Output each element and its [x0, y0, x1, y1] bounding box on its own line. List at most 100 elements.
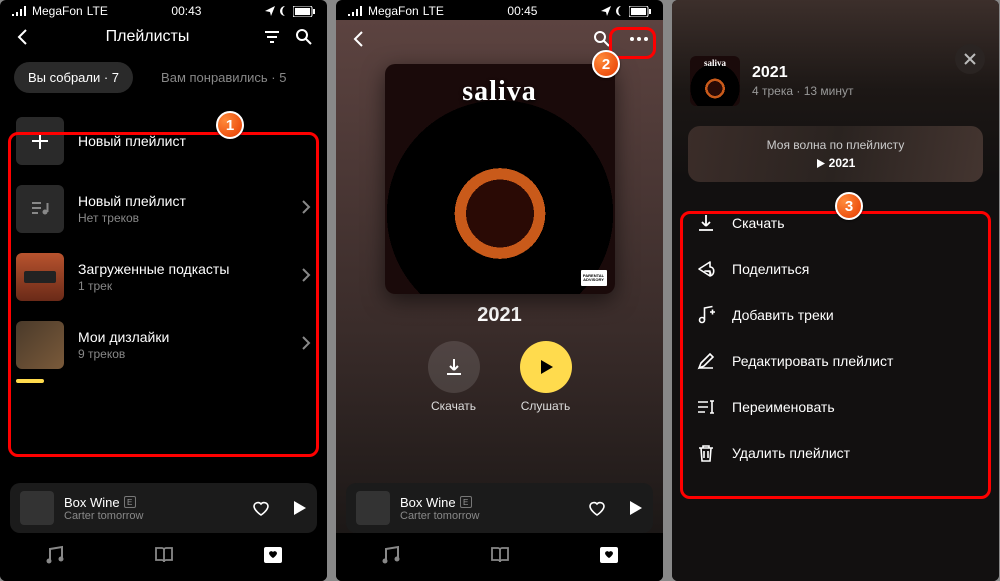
- mini-cover: [20, 491, 54, 525]
- chevron-left-icon: [14, 28, 32, 46]
- heart-icon: [251, 498, 271, 518]
- trash-icon: [696, 443, 716, 463]
- playlist-item[interactable]: Новый плейлист Нет треков: [12, 175, 315, 243]
- page-title: Плейлисты: [32, 28, 263, 46]
- book-icon: [489, 544, 511, 566]
- row-sub: 9 треков: [78, 347, 169, 361]
- phone-playlist-detail: MegaFon LTE 00:45 saliva P: [336, 0, 663, 581]
- location-icon: [265, 6, 275, 16]
- menu-delete[interactable]: Удалить плейлист: [686, 430, 985, 476]
- nav-collection[interactable]: [262, 544, 284, 571]
- explicit-badge: E: [124, 496, 136, 508]
- menu-edit[interactable]: Редактировать плейлист: [686, 338, 985, 384]
- nav-feed[interactable]: [44, 544, 66, 571]
- moon-icon: [279, 6, 289, 16]
- back-button[interactable]: [14, 28, 32, 46]
- more-icon: [629, 30, 649, 48]
- search-button[interactable]: [295, 28, 313, 46]
- play-icon: [291, 500, 307, 516]
- step-marker-1: 1: [216, 111, 244, 139]
- filter-button[interactable]: [263, 28, 281, 46]
- menu-list: Скачать Поделиться Добавить треки Редакт…: [672, 196, 999, 480]
- play-label: Слушать: [521, 399, 570, 413]
- playlist-item[interactable]: Загруженные подкасты 1 трек: [12, 243, 315, 311]
- nav-feed[interactable]: [380, 544, 402, 571]
- download-button[interactable]: Скачать: [428, 341, 480, 413]
- navbar: [336, 533, 663, 581]
- wave-card[interactable]: Моя волна по плейлисту 2021: [688, 126, 983, 182]
- sheet-cover: [690, 56, 740, 106]
- playlist-list: Новый плейлист Новый плейлист Нет треков…: [0, 107, 327, 379]
- row-sub: 1 трек: [78, 279, 229, 293]
- network-label: LTE: [423, 4, 444, 18]
- menu-label: Редактировать плейлист: [732, 353, 893, 369]
- more-button[interactable]: [629, 30, 649, 48]
- nav-podcasts[interactable]: [489, 544, 511, 571]
- network-label: LTE: [87, 4, 108, 18]
- carrier-label: MegaFon: [32, 4, 83, 18]
- tab-collected[interactable]: Вы собрали · 7: [14, 62, 133, 93]
- tabs: Вы собрали · 7 Вам понравились · 5: [0, 54, 327, 107]
- signal-icon: [348, 6, 364, 16]
- row-title: Новый плейлист: [78, 193, 186, 209]
- mini-play-button[interactable]: [291, 500, 307, 516]
- row-title: Загруженные подкасты: [78, 261, 229, 277]
- clock-label: 00:43: [171, 4, 201, 18]
- play-button[interactable]: Слушать: [520, 341, 572, 413]
- playlist-icon: [29, 198, 51, 220]
- sheet-title: 2021: [752, 64, 853, 82]
- album-art: saliva PARENTAL ADVISORY: [385, 64, 615, 294]
- like-button[interactable]: [587, 498, 607, 518]
- battery-icon: [293, 6, 315, 17]
- playlist-item[interactable]: Мои дизлайки 9 треков: [12, 311, 315, 379]
- playlist-icon-thumb: [16, 185, 64, 233]
- tab-liked[interactable]: Вам понравились · 5: [147, 62, 300, 93]
- action-sheet: 2021 4 трека · 13 минут Моя волна по пле…: [672, 0, 999, 581]
- add-tracks-icon: [696, 305, 716, 325]
- download-icon: [444, 357, 464, 377]
- parental-advisory: PARENTAL ADVISORY: [581, 270, 607, 286]
- filter-icon: [263, 28, 281, 46]
- menu-label: Скачать: [732, 215, 785, 231]
- note-icon: [44, 544, 66, 566]
- heart-collection-icon: [262, 544, 284, 566]
- play-icon: [537, 358, 555, 376]
- chevron-right-icon: [301, 200, 311, 219]
- mini-cover: [356, 491, 390, 525]
- mini-play-button[interactable]: [627, 500, 643, 516]
- close-button[interactable]: [955, 44, 985, 74]
- miniplayer[interactable]: Box WineE Carter tomorrow: [346, 483, 653, 533]
- back-button[interactable]: [350, 30, 368, 48]
- album-logo: saliva: [385, 76, 615, 108]
- search-button[interactable]: [593, 30, 611, 48]
- now-playing-indicator: [16, 379, 44, 383]
- heart-collection-icon: [598, 544, 620, 566]
- mini-track: Box Wine: [400, 495, 456, 510]
- plus-icon: [30, 131, 50, 151]
- menu-add-tracks[interactable]: Добавить треки: [686, 292, 985, 338]
- mini-track: Box Wine: [64, 495, 120, 510]
- sheet-subtitle: 4 трека · 13 минут: [752, 84, 853, 98]
- menu-label: Переименовать: [732, 399, 835, 415]
- download-icon: [696, 213, 716, 233]
- explicit-badge: E: [460, 496, 472, 508]
- note-icon: [380, 544, 402, 566]
- new-playlist-button[interactable]: Новый плейлист: [12, 107, 315, 175]
- chevron-left-icon: [350, 30, 368, 48]
- status-bar: MegaFon LTE 00:43: [0, 0, 327, 20]
- like-button[interactable]: [251, 498, 271, 518]
- sheet-header: 2021 4 трека · 13 минут: [672, 0, 999, 120]
- menu-rename[interactable]: Переименовать: [686, 384, 985, 430]
- battery-icon: [629, 6, 651, 17]
- miniplayer[interactable]: Box WineE Carter tomorrow: [10, 483, 317, 533]
- carrier-label: MegaFon: [368, 4, 419, 18]
- menu-label: Удалить плейлист: [732, 445, 850, 461]
- clock-label: 00:45: [507, 4, 537, 18]
- plus-thumb: [16, 117, 64, 165]
- nav-podcasts[interactable]: [153, 544, 175, 571]
- location-icon: [601, 6, 611, 16]
- menu-share[interactable]: Поделиться: [686, 246, 985, 292]
- status-bar: MegaFon LTE 00:45: [336, 0, 663, 20]
- wave-line2: 2021: [829, 156, 856, 170]
- nav-collection[interactable]: [598, 544, 620, 571]
